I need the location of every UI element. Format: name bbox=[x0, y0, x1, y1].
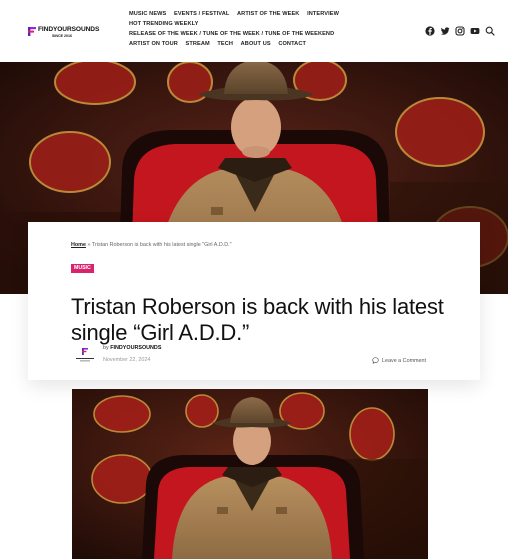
article-photo-illustration bbox=[72, 389, 428, 559]
nav-item-stream[interactable]: Stream bbox=[186, 41, 210, 47]
author-link[interactable]: FINDYOURSOUNDS bbox=[110, 345, 161, 351]
logo-mark-icon bbox=[28, 27, 36, 36]
logo-text: FINDYOURSOUNDS bbox=[38, 26, 100, 33]
article-title: Tristan Roberson is back with his latest… bbox=[71, 293, 444, 345]
nav-item-interview[interactable]: Interview bbox=[307, 11, 339, 17]
nav-item-tech[interactable]: Tech bbox=[217, 41, 233, 47]
nav-row-3: Release of the Week / Tune of the Week /… bbox=[129, 29, 359, 39]
site-logo[interactable]: FINDYOURSOUNDS SINCE 2016 bbox=[28, 26, 100, 40]
category-tag-music[interactable]: MUSIC bbox=[71, 264, 94, 273]
nav-row-1: Music News Events / Festival Artist of t… bbox=[129, 9, 359, 19]
nav-row-2: Hot Trending Weekly bbox=[129, 19, 359, 29]
twitter-icon[interactable] bbox=[440, 26, 450, 36]
nav-item-music-news[interactable]: Music News bbox=[129, 11, 166, 17]
search-icon[interactable] bbox=[485, 26, 495, 36]
facebook-icon[interactable] bbox=[425, 26, 435, 36]
social-links bbox=[425, 26, 495, 36]
nav-item-release-of-the-week[interactable]: Release of the Week / Tune of the Week /… bbox=[129, 31, 334, 37]
leave-comment-label: Leave a Comment bbox=[382, 357, 427, 364]
site-header: FINDYOURSOUNDS SINCE 2016 Music News Eve… bbox=[0, 0, 508, 62]
youtube-icon[interactable] bbox=[470, 26, 480, 36]
nav-item-artist-on-tour[interactable]: Artist on Tour bbox=[129, 41, 178, 47]
breadcrumb: Home » Tristan Roberson is back with his… bbox=[71, 242, 232, 248]
nav-item-hot-trending-weekly[interactable]: Hot Trending Weekly bbox=[129, 21, 198, 27]
instagram-icon[interactable] bbox=[455, 26, 465, 36]
byline-prefix: by bbox=[103, 345, 109, 351]
comment-bubble-icon bbox=[372, 357, 379, 364]
nav-item-contact[interactable]: Contact bbox=[278, 41, 306, 47]
breadcrumb-current: Tristan Roberson is back with his latest… bbox=[91, 242, 232, 248]
nav-item-artist-of-the-week[interactable]: Artist of the Week bbox=[237, 11, 299, 17]
logo-subtext: SINCE 2016 bbox=[52, 34, 72, 38]
article-header-card: Home » Tristan Roberson is back with his… bbox=[28, 222, 480, 380]
breadcrumb-separator: » bbox=[87, 242, 91, 248]
article-image[interactable] bbox=[72, 389, 428, 559]
nav-item-events-festival[interactable]: Events / Festival bbox=[174, 11, 229, 17]
nav-row-4: Artist on Tour Stream Tech About Us Cont… bbox=[129, 39, 359, 49]
main-navigation: Music News Events / Festival Artist of t… bbox=[129, 9, 359, 49]
byline: by FINDYOURSOUNDS bbox=[103, 345, 161, 351]
nav-item-about-us[interactable]: About Us bbox=[241, 41, 271, 47]
leave-comment-link[interactable]: Leave a Comment bbox=[372, 357, 426, 364]
author-avatar[interactable] bbox=[74, 346, 96, 364]
breadcrumb-home-link[interactable]: Home bbox=[71, 242, 86, 248]
publish-date: November 22, 2024 bbox=[103, 357, 151, 363]
